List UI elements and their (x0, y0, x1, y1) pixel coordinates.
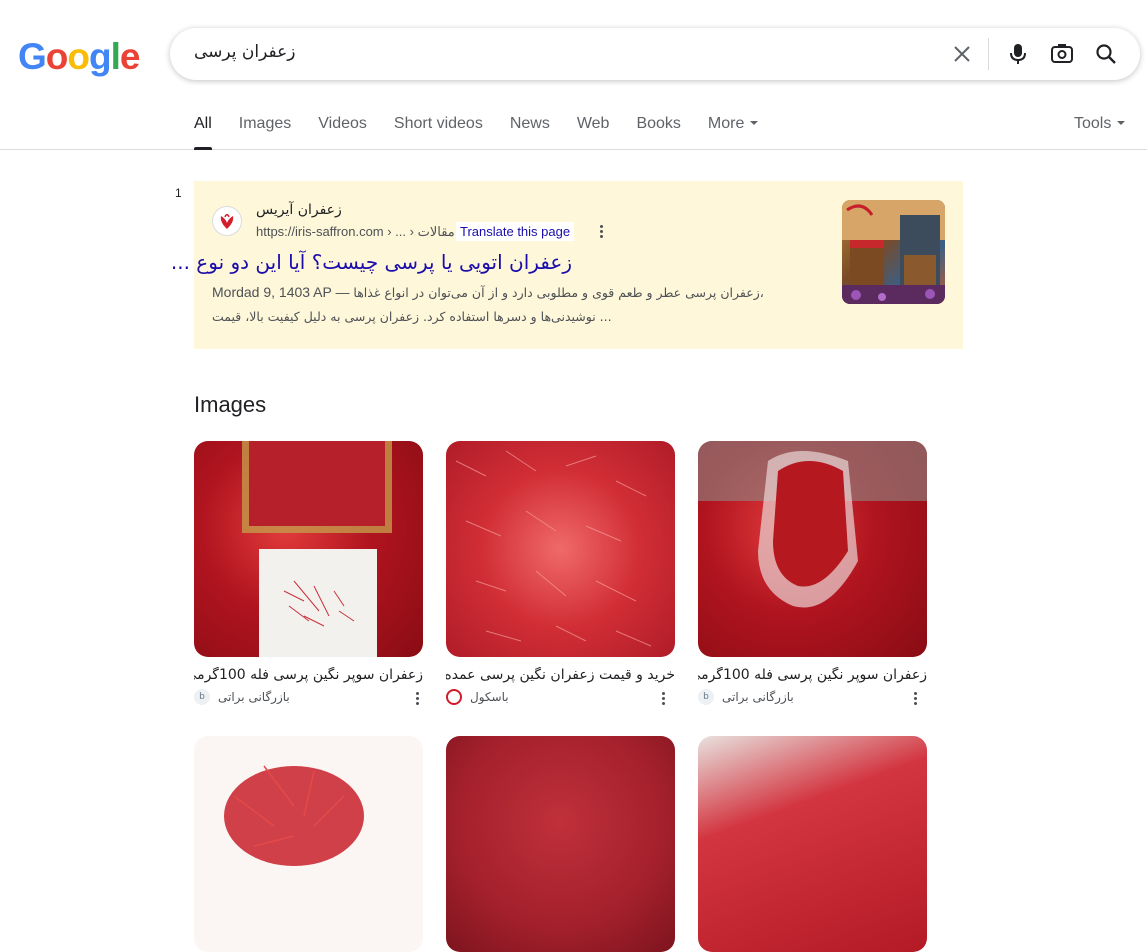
tab-news[interactable]: News (510, 115, 550, 150)
image-card[interactable] (446, 736, 675, 952)
image-source-name: بازرگانی براتی (218, 690, 290, 704)
image-thumbnail[interactable] (446, 736, 675, 952)
image-card[interactable]: زعفران سوپر نگین پرسی فله 100گرمی + ... … (194, 441, 423, 705)
image-source[interactable]: b بازرگانی براتی (194, 689, 423, 705)
microphone-icon[interactable] (1004, 40, 1032, 68)
image-card[interactable]: خرید و قیمت زعفران نگین پرسی عمده ... با… (446, 441, 675, 705)
tab-images[interactable]: Images (239, 115, 291, 150)
lens-icon[interactable] (1048, 40, 1076, 68)
caret-down-icon (1117, 120, 1126, 125)
result-thumbnail[interactable] (842, 200, 945, 304)
image-source[interactable]: باسکول (446, 689, 675, 705)
site-name[interactable]: زعفران آیریس (256, 202, 342, 218)
clear-icon[interactable] (948, 40, 976, 68)
image-thumbnail[interactable] (194, 736, 423, 952)
result-snippet-line2: نوشیدنی‌ها و دسرها استفاده کرد. زعفران پ… (212, 309, 612, 324)
logo-letter: l (110, 36, 121, 77)
site-favicon[interactable] (212, 206, 242, 236)
tab-more[interactable]: More (707, 115, 759, 150)
tab-web[interactable]: Web (577, 115, 610, 150)
google-logo[interactable]: Google (18, 36, 141, 78)
translate-link[interactable]: Translate this page (456, 222, 575, 241)
image-caption[interactable]: زعفران سوپر نگین پرسی فله 100گرمی + ... (194, 667, 423, 683)
tools-button[interactable]: Tools (1074, 115, 1126, 133)
image-thumbnail[interactable] (194, 441, 423, 657)
header: Google زعفران پرسی All Images Videos Sho… (0, 0, 1147, 150)
snippet-text-1: زعفران پرسی عطر و طعم قوی و مطلوبی دارد … (353, 285, 764, 300)
logo-letter: g (89, 36, 112, 77)
search-box[interactable]: زعفران پرسی (170, 28, 1140, 80)
logo-letter: o (67, 36, 90, 77)
result-number: 1 (175, 186, 182, 200)
image-thumbnail[interactable] (698, 736, 927, 952)
image-source-name: باسکول (470, 690, 509, 704)
image-card[interactable] (698, 736, 927, 952)
source-favicon-icon (446, 689, 462, 705)
tools-label: Tools (1074, 115, 1112, 132)
result-date: Mordad 9, 1403 AP — (212, 284, 350, 300)
image-thumbnail[interactable] (446, 441, 675, 657)
result-title[interactable]: زعفران اتویی یا پرسی چیست؟ آیا این دو نو… (171, 250, 572, 274)
tab-all[interactable]: All (194, 115, 212, 150)
image-caption[interactable]: خرید و قیمت زعفران نگین پرسی عمده ... (446, 667, 675, 683)
tab-more-label: More (707, 115, 745, 132)
result-snippet-line1: Mordad 9, 1403 AP — زعفران پرسی عطر و طع… (212, 284, 764, 300)
image-thumbnail[interactable] (698, 441, 927, 657)
source-favicon-icon: b (698, 689, 714, 705)
image-card[interactable]: زعفران سوپر نگین پرسی فله 100گرمی + ... … (698, 441, 927, 705)
more-options-icon[interactable] (416, 692, 420, 707)
search-input[interactable]: زعفران پرسی (194, 42, 295, 62)
logo-letter: e (119, 36, 141, 77)
caret-down-icon (750, 120, 759, 125)
search-icon[interactable] (1092, 40, 1120, 68)
tab-books[interactable]: Books (636, 115, 680, 150)
tab-videos[interactable]: Videos (318, 115, 367, 150)
image-caption[interactable]: زعفران سوپر نگین پرسی فله 100گرمی + ... (698, 667, 927, 683)
image-card[interactable] (194, 736, 423, 952)
site-url[interactable]: https://iris-saffron.com › ... › مقالات (256, 224, 455, 240)
search-result: زعفران آیریس https://iris-saffron.com › … (171, 181, 963, 349)
tab-short-videos[interactable]: Short videos (394, 115, 483, 150)
more-options-icon[interactable] (662, 692, 666, 707)
more-options-icon[interactable] (600, 225, 604, 240)
source-favicon-icon: b (194, 689, 210, 705)
more-options-icon[interactable] (914, 692, 918, 707)
search-tabs: All Images Videos Short videos News Web … (194, 115, 785, 150)
logo-letter: o (45, 36, 69, 77)
image-source-name: بازرگانی براتی (722, 690, 794, 704)
image-source[interactable]: b بازرگانی براتی (698, 689, 927, 705)
images-section-title: Images (194, 392, 267, 417)
logo-letter: G (18, 36, 47, 77)
divider (988, 38, 989, 70)
